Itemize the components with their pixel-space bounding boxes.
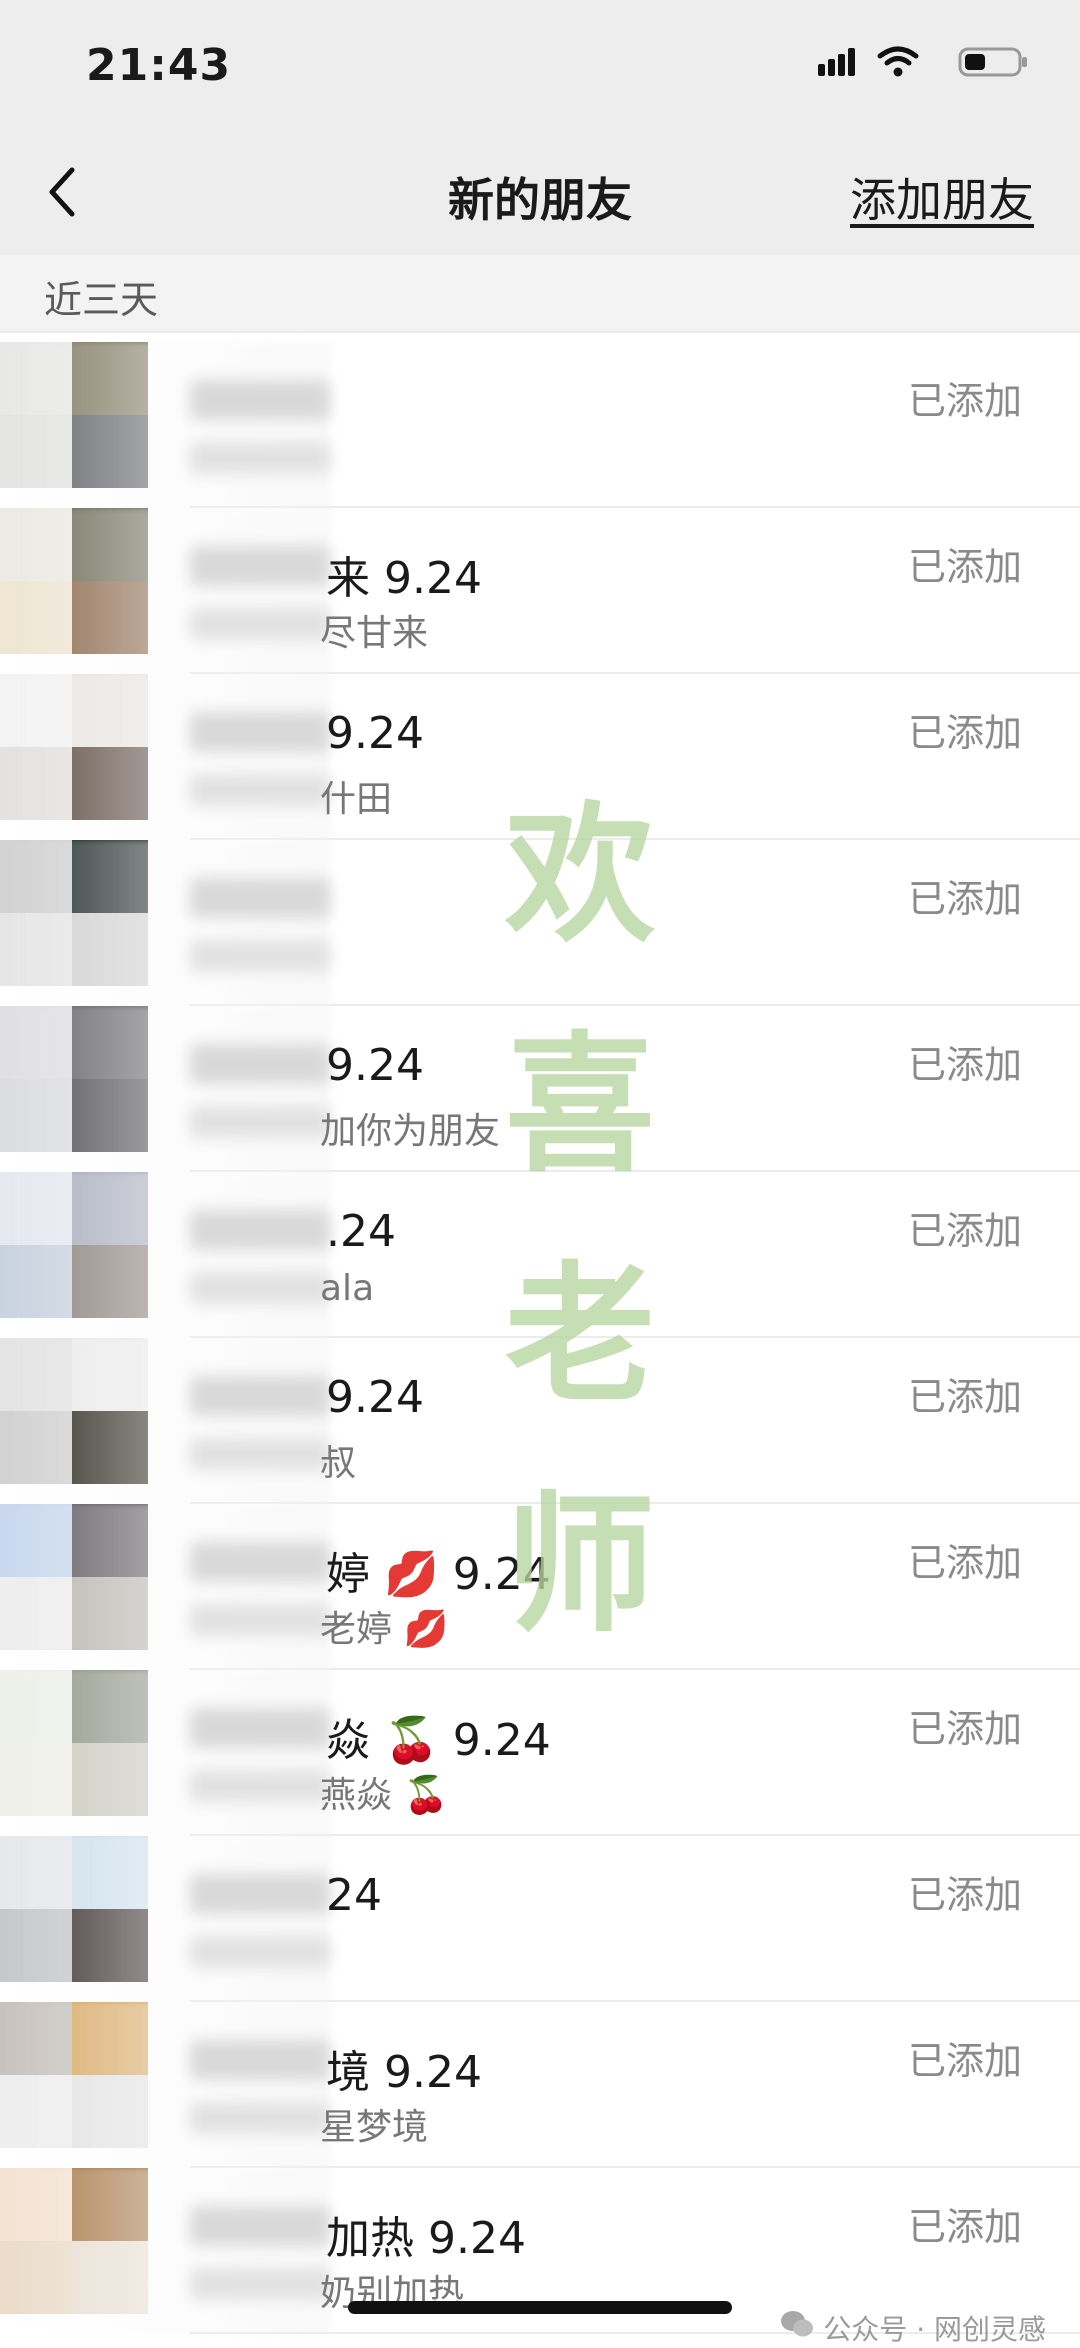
request-message: 什田: [320, 779, 393, 820]
blurred-message: [190, 774, 330, 806]
request-message: ala: [320, 1268, 375, 1309]
blurred-message: [190, 1438, 330, 1470]
blurred-name: [190, 2040, 330, 2080]
blurred-message: [190, 608, 330, 640]
request-message: 星梦境: [320, 2107, 429, 2148]
privacy-blur: [0, 342, 330, 508]
account-watermark: 公众号 · 网创灵感: [779, 2308, 1046, 2348]
friend-request-row[interactable]: 境 9.24 星梦境 已添加: [0, 2002, 1080, 2168]
blurred-name: [190, 1044, 330, 1084]
watermark-char: 老: [504, 1247, 655, 1423]
added-status: 已添加: [907, 1375, 1022, 1419]
privacy-blur: [0, 508, 330, 674]
added-status: 已添加: [907, 1043, 1022, 1087]
clock: 21:43: [86, 40, 232, 91]
blurred-name: [190, 878, 330, 918]
blurred-name: [190, 546, 330, 586]
friend-name: 9.24: [326, 1040, 424, 1091]
friend-name: 9.24: [326, 708, 424, 759]
privacy-blur: [0, 1172, 330, 1338]
friend-request-row[interactable]: 焱 🍒 9.24 燕焱 🍒 已添加: [0, 1670, 1080, 1836]
privacy-blur: [0, 2168, 330, 2334]
privacy-blur: [0, 1006, 330, 1172]
request-message: 叔: [320, 1443, 357, 1484]
navigation-bar: 新的朋友 添加朋友: [0, 130, 1080, 255]
watermark-char: 欢: [504, 787, 655, 963]
blurred-name: [190, 1708, 330, 1748]
blurred-message: [190, 1936, 330, 1968]
friend-request-row[interactable]: 来 9.24 尽甘来 已添加: [0, 508, 1080, 674]
friend-name: 24: [326, 1870, 382, 1921]
privacy-blur: [0, 674, 330, 840]
blurred-message: [190, 940, 330, 972]
added-status: 已添加: [907, 545, 1022, 589]
request-message: 燕焱 🍒: [320, 1775, 449, 1816]
wifi-icon: [877, 46, 919, 77]
blurred-message: [190, 1272, 330, 1304]
watermark-char: 师: [504, 1477, 655, 1653]
added-status: 已添加: [907, 711, 1022, 755]
privacy-blur: [0, 2002, 330, 2168]
blurred-message: [190, 1770, 330, 1802]
friend-name: .24: [326, 1206, 396, 1257]
home-indicator[interactable]: [348, 2301, 732, 2314]
privacy-blur: [0, 1338, 330, 1504]
blurred-message: [190, 1106, 330, 1138]
privacy-blur: [0, 1836, 330, 2002]
blurred-message: [190, 2102, 330, 2134]
blurred-name: [190, 1542, 330, 1582]
blurred-message: [190, 2268, 330, 2300]
section-header: 近三天: [0, 255, 1080, 333]
friend-name: 加热 9.24: [326, 2213, 526, 2264]
friend-name: 焱 🍒 9.24: [326, 1715, 551, 1766]
added-status: 已添加: [907, 1209, 1022, 1253]
added-status: 已添加: [907, 877, 1022, 921]
added-status: 已添加: [907, 1541, 1022, 1585]
blurred-name: [190, 1210, 330, 1250]
blurred-name: [190, 712, 330, 752]
signal-icon: [818, 48, 855, 76]
wechat-icon: [781, 2311, 814, 2337]
friend-name: 9.24: [326, 1372, 424, 1423]
watermark: 欢喜老师: [470, 760, 690, 1680]
battery-icon: [958, 47, 1027, 77]
privacy-blur: [0, 840, 330, 1006]
blurred-name: [190, 1376, 330, 1416]
section-label: 近三天: [44, 278, 159, 322]
added-status: 已添加: [907, 2039, 1022, 2083]
blurred-name: [190, 2206, 330, 2246]
privacy-blur: [0, 1670, 330, 1836]
blurred-message: [190, 1604, 330, 1636]
blurred-message: [190, 442, 330, 474]
friend-name: 境 9.24: [326, 2047, 482, 2098]
status-bar: 21:43: [0, 0, 1080, 130]
added-status: 已添加: [907, 1707, 1022, 1751]
friend-request-row[interactable]: 24 已添加: [0, 1836, 1080, 2002]
add-friend-button[interactable]: 添加朋友: [850, 164, 1034, 230]
request-message: 老婷 💋: [320, 1609, 449, 1650]
friend-name: 来 9.24: [326, 553, 482, 604]
request-message: 尽甘来: [320, 613, 429, 654]
blurred-name: [190, 380, 330, 420]
blurred-name: [190, 1874, 330, 1914]
account-name: 公众号 · 网创灵感: [823, 2313, 1046, 2346]
privacy-blur: [0, 1504, 330, 1670]
added-status: 已添加: [907, 1873, 1022, 1917]
added-status: 已添加: [907, 2205, 1022, 2249]
added-status: 已添加: [907, 379, 1022, 423]
friend-request-row[interactable]: 已添加: [0, 342, 1080, 508]
watermark-char: 喜: [504, 1017, 655, 1193]
